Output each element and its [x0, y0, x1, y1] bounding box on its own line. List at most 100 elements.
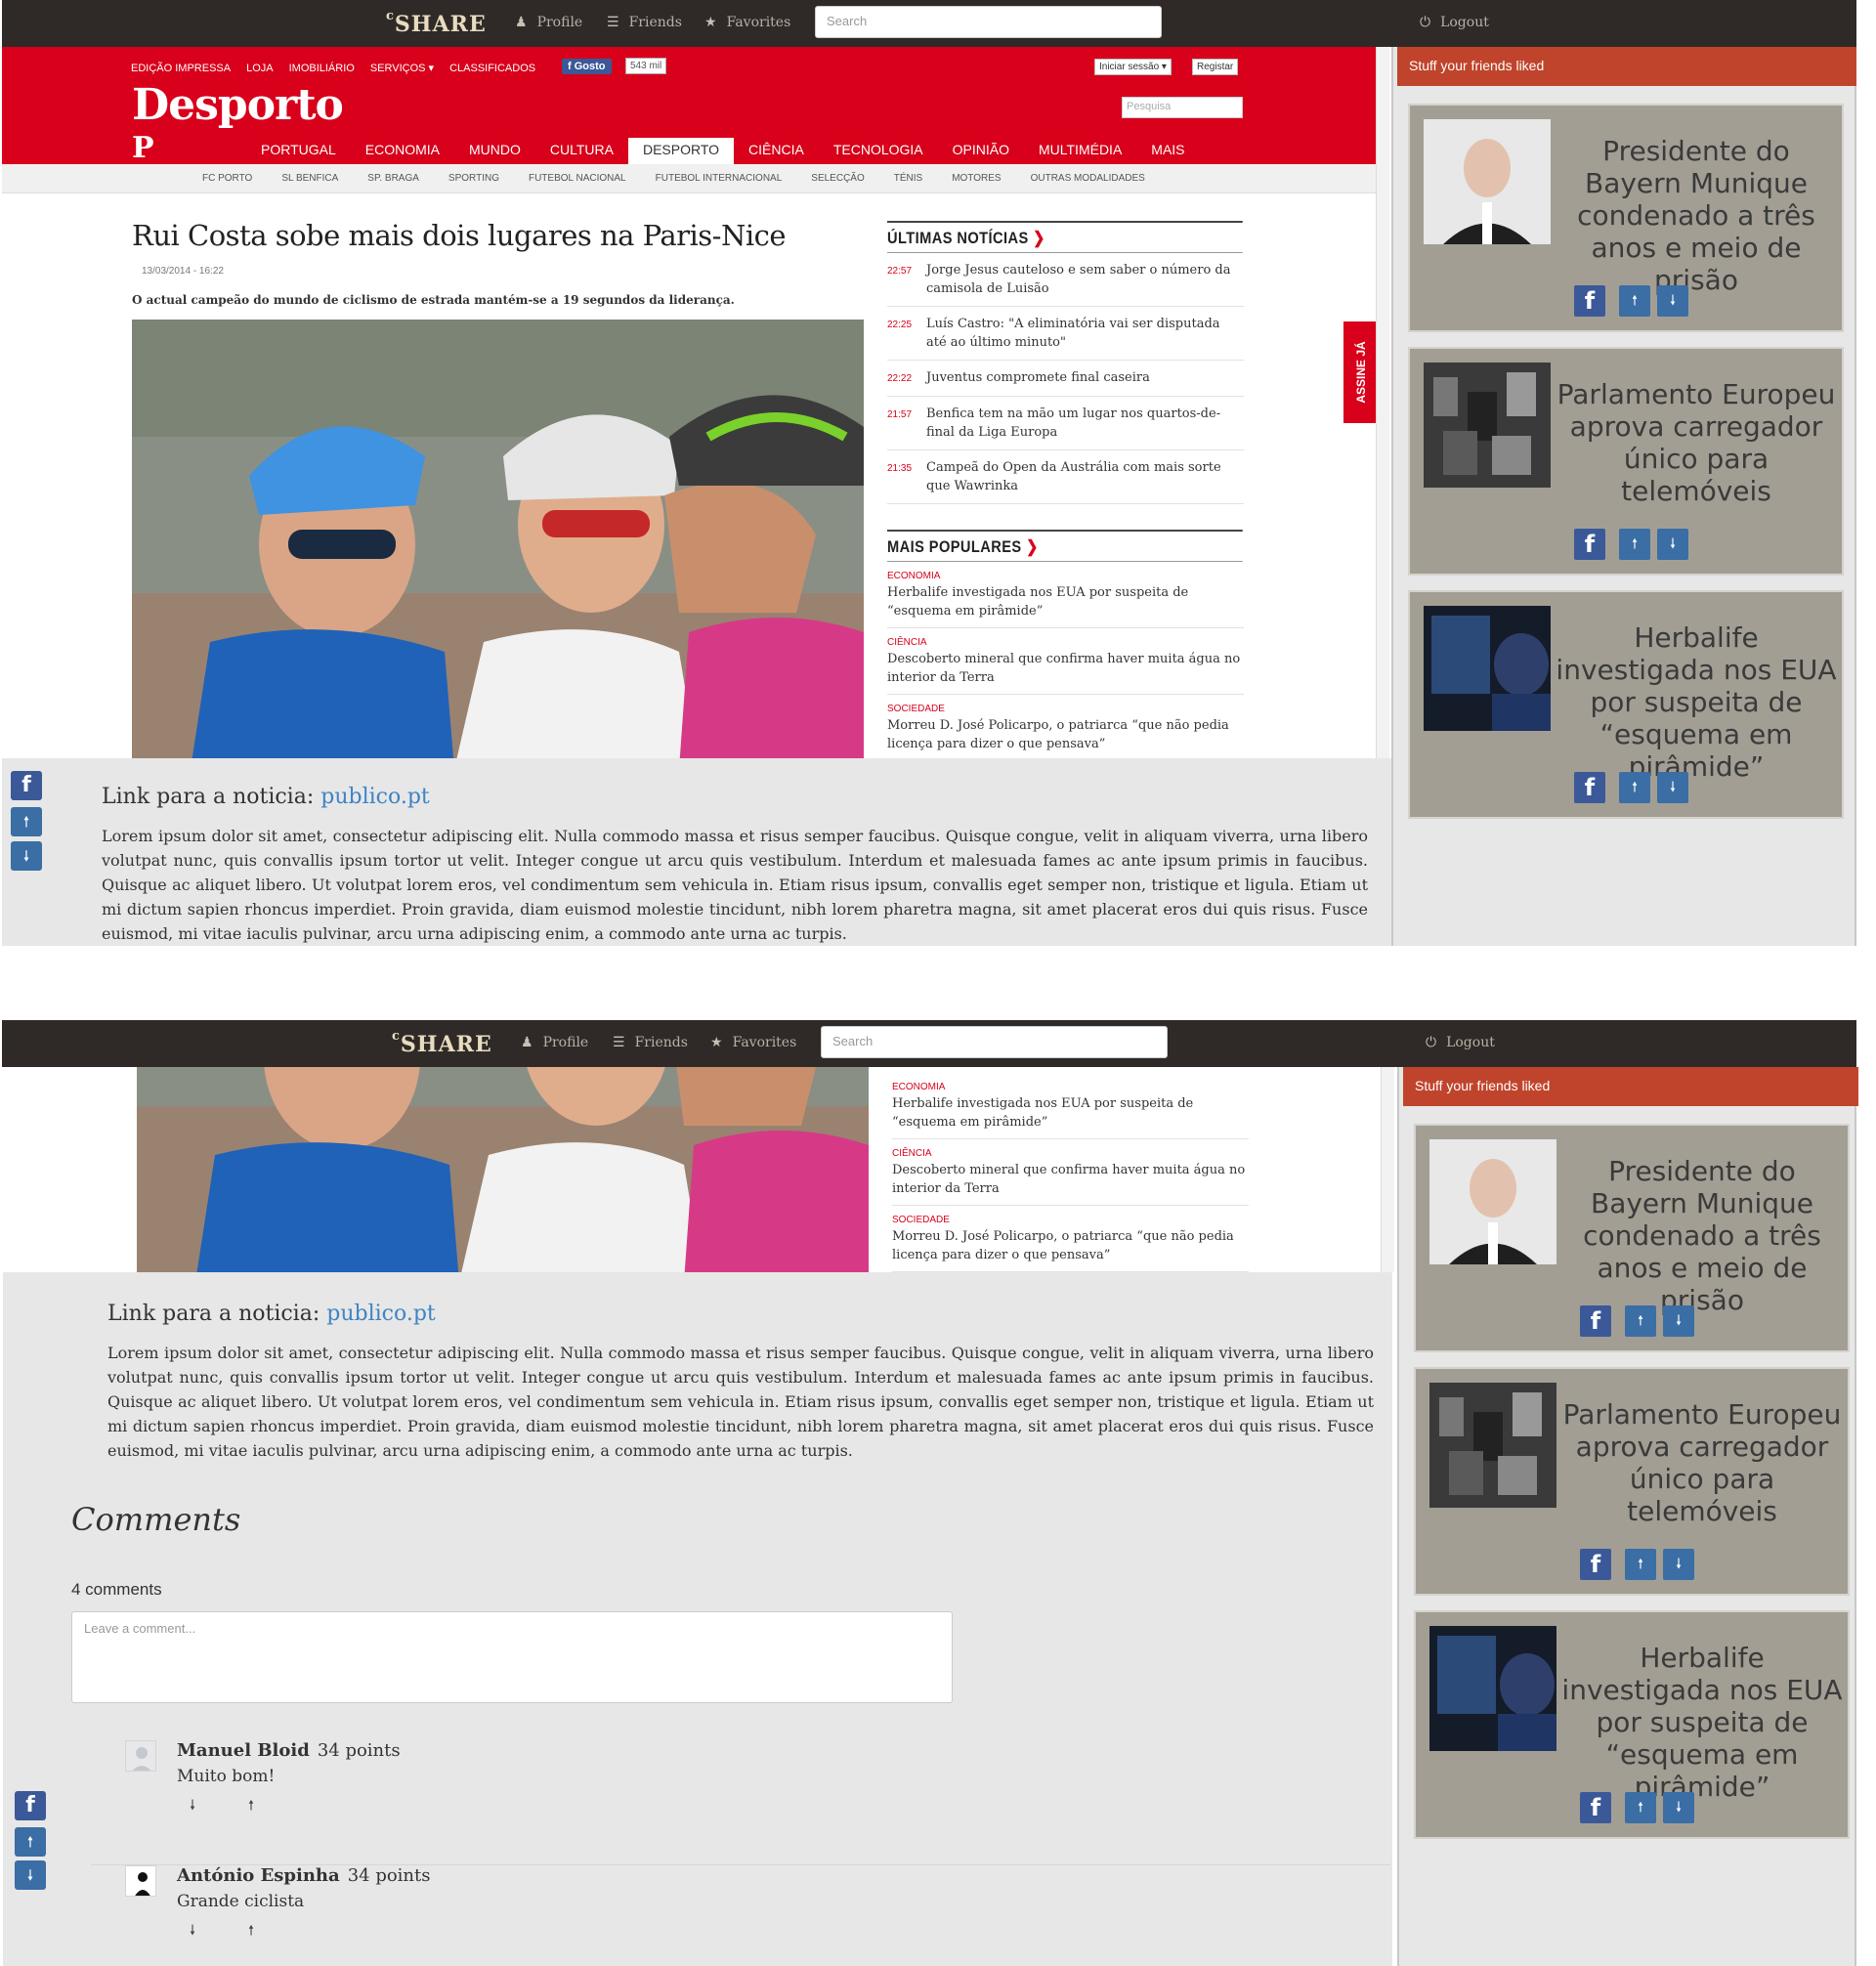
profile-link[interactable]: ♟ Profile: [515, 15, 582, 30]
upvote-button[interactable]: 🠕: [11, 807, 42, 836]
upvote-button[interactable]: 🠕: [1619, 285, 1650, 317]
menu-item-active[interactable]: DESPORTO: [627, 138, 735, 164]
upvote-button[interactable]: 🠕: [15, 1827, 46, 1857]
latest-news-heading[interactable]: ÚLTIMAS NOTÍCIAS ❯: [887, 221, 1244, 253]
downvote-button[interactable]: 🠗: [190, 1798, 222, 1814]
section-brand[interactable]: Desporto: [132, 80, 344, 130]
submenu-item[interactable]: SPORTING: [448, 173, 499, 184]
menu-item[interactable]: MAIS: [1136, 138, 1199, 164]
news-scrollbar[interactable]: [1381, 1067, 1394, 1272]
latest-news-item[interactable]: 21:35 Campeã do Open da Austrália com mai…: [887, 450, 1244, 504]
facebook-share-button[interactable]: f: [1580, 1305, 1611, 1337]
facebook-share-button[interactable]: f: [1574, 529, 1605, 560]
latest-news-item[interactable]: 22:22 Juventus compromete final caseira: [887, 361, 1244, 397]
top-link[interactable]: CLASSIFICADOS: [449, 63, 535, 74]
latest-news-item[interactable]: 21:57 Benfica tem na mão um lugar nos qua…: [887, 397, 1244, 450]
liked-card[interactable]: Parlamento Europeu aprova carregador úni…: [1414, 1367, 1850, 1596]
submenu-item[interactable]: TÉNIS: [894, 173, 922, 184]
logout-link[interactable]: ⏻ Logout: [1420, 15, 1489, 30]
submenu-item[interactable]: FC PORTO: [202, 173, 252, 184]
facebook-share-button[interactable]: f: [1580, 1549, 1611, 1580]
upvote-button[interactable]: 🠕: [1619, 529, 1650, 560]
share-logo[interactable]: cSHARE: [386, 9, 487, 37]
submenu-item[interactable]: SELECÇÃO: [811, 173, 864, 184]
upvote-button[interactable]: 🠕: [1625, 1305, 1656, 1337]
upvote-button[interactable]: 🠕: [248, 1923, 280, 1939]
upvote-button[interactable]: 🠕: [1625, 1792, 1656, 1823]
facebook-share-button[interactable]: f: [1580, 1792, 1611, 1823]
card-title[interactable]: Herbalife investigada nos EUA por suspei…: [1553, 621, 1840, 783]
top-link[interactable]: EDIÇÃO IMPRESSA: [131, 63, 231, 74]
menu-item[interactable]: OPINIÃO: [938, 138, 1024, 164]
top-link[interactable]: IMOBILIÁRIO: [289, 63, 355, 74]
menu-item[interactable]: TECNOLOGIA: [819, 138, 938, 164]
profile-link[interactable]: ♟ Profile: [521, 1035, 588, 1050]
upvote-button[interactable]: 🠕: [248, 1798, 280, 1814]
downvote-button[interactable]: 🠗: [15, 1860, 46, 1890]
favorites-link[interactable]: ★ Favorites: [704, 15, 790, 30]
upvote-button[interactable]: 🠕: [1619, 772, 1650, 803]
submenu-item[interactable]: OUTRAS MODALIDADES: [1031, 173, 1145, 184]
menu-item[interactable]: ECONOMIA: [351, 138, 454, 164]
logout-link[interactable]: ⏻ Logout: [1426, 1035, 1495, 1050]
register-button[interactable]: Registar: [1192, 59, 1239, 75]
liked-card[interactable]: Herbalife investigada nos EUA por suspei…: [1408, 590, 1844, 819]
facebook-share-button[interactable]: f: [11, 771, 42, 800]
card-title[interactable]: Presidente do Bayern Munique condenado a…: [1558, 1155, 1846, 1316]
share-logo[interactable]: cSHARE: [392, 1029, 492, 1057]
top-link[interactable]: LOJA: [246, 63, 274, 74]
login-button[interactable]: Iniciar sessão ▾: [1094, 59, 1172, 75]
liked-card[interactable]: Presidente do Bayern Munique condenado a…: [1408, 104, 1844, 332]
favorites-link[interactable]: ★ Favorites: [710, 1035, 796, 1050]
card-title[interactable]: Herbalife investigada nos EUA por suspei…: [1558, 1642, 1846, 1803]
menu-item[interactable]: MULTIMÉDIA: [1024, 138, 1136, 164]
top-link[interactable]: SERVIÇOS ▾: [370, 63, 434, 74]
search-input[interactable]: Search: [815, 6, 1162, 38]
popular-item[interactable]: CIÊNCIA Descoberto mineral que confirma h…: [892, 1139, 1249, 1206]
upvote-button[interactable]: 🠕: [1625, 1549, 1656, 1580]
comment-input[interactable]: Leave a comment...: [71, 1611, 953, 1703]
facebook-share-button[interactable]: f: [1574, 285, 1605, 317]
card-title[interactable]: Presidente do Bayern Munique condenado a…: [1553, 135, 1840, 296]
menu-item[interactable]: CIÊNCIA: [734, 138, 819, 164]
news-link[interactable]: publico.pt: [320, 785, 430, 809]
downvote-button[interactable]: 🠗: [1657, 529, 1688, 560]
downvote-button[interactable]: 🠗: [1663, 1305, 1694, 1337]
menu-item[interactable]: MUNDO: [454, 138, 535, 164]
card-title[interactable]: Parlamento Europeu aprova carregador úni…: [1553, 378, 1840, 507]
publico-logo[interactable]: P: [132, 131, 154, 165]
submenu-item[interactable]: SL BENFICA: [281, 173, 338, 184]
comment-author[interactable]: António Espinha 34 points: [177, 1865, 431, 1886]
popular-item[interactable]: CIÊNCIA Descoberto mineral que confirma h…: [887, 628, 1244, 695]
subscribe-tab[interactable]: ASSINE JÁ: [1343, 321, 1377, 423]
popular-item[interactable]: SOCIEDADE Morreu D. José Policarpo, o pat…: [892, 1206, 1249, 1272]
downvote-button[interactable]: 🠗: [1657, 772, 1688, 803]
liked-card[interactable]: Parlamento Europeu aprova carregador úni…: [1408, 347, 1844, 576]
search-input[interactable]: Search: [821, 1026, 1168, 1058]
popular-item[interactable]: ECONOMIA Herbalife investigada nos EUA po…: [887, 562, 1244, 628]
liked-card[interactable]: Herbalife investigada nos EUA por suspei…: [1414, 1610, 1850, 1839]
popular-heading[interactable]: MAIS POPULARES ❯: [887, 530, 1244, 562]
comment-author[interactable]: Manuel Bloid 34 points: [177, 1740, 401, 1761]
friends-link[interactable]: ☰ Friends: [613, 1035, 688, 1050]
liked-card[interactable]: Presidente do Bayern Munique condenado a…: [1414, 1124, 1850, 1352]
submenu-item[interactable]: FUTEBOL NACIONAL: [529, 173, 626, 184]
latest-news-item[interactable]: 22:25 Luís Castro: "A eliminatória vai se…: [887, 307, 1244, 361]
latest-news-item[interactable]: 22:57 Jorge Jesus cauteloso e sem saber o…: [887, 253, 1244, 307]
downvote-button[interactable]: 🠗: [11, 841, 42, 871]
friends-link[interactable]: ☰ Friends: [607, 15, 682, 30]
popular-item[interactable]: ECONOMIA Herbalife investigada nos EUA po…: [892, 1073, 1249, 1139]
downvote-button[interactable]: 🠗: [1663, 1549, 1694, 1580]
submenu-item[interactable]: SP. BRAGA: [367, 173, 419, 184]
submenu-item[interactable]: FUTEBOL INTERNACIONAL: [656, 173, 783, 184]
news-link[interactable]: publico.pt: [326, 1302, 436, 1326]
news-scrollbar[interactable]: [1376, 47, 1389, 758]
menu-item[interactable]: PORTUGAL: [246, 138, 351, 164]
news-search-input[interactable]: Pesquisa: [1122, 97, 1243, 118]
menu-item[interactable]: CULTURA: [535, 138, 628, 164]
card-title[interactable]: Parlamento Europeu aprova carregador úni…: [1558, 1398, 1846, 1527]
facebook-share-button[interactable]: f: [1574, 772, 1605, 803]
facebook-share-button[interactable]: f: [15, 1791, 46, 1820]
popular-item[interactable]: SOCIEDADE Morreu D. José Policarpo, o pat…: [887, 695, 1244, 758]
downvote-button[interactable]: 🠗: [190, 1923, 222, 1939]
